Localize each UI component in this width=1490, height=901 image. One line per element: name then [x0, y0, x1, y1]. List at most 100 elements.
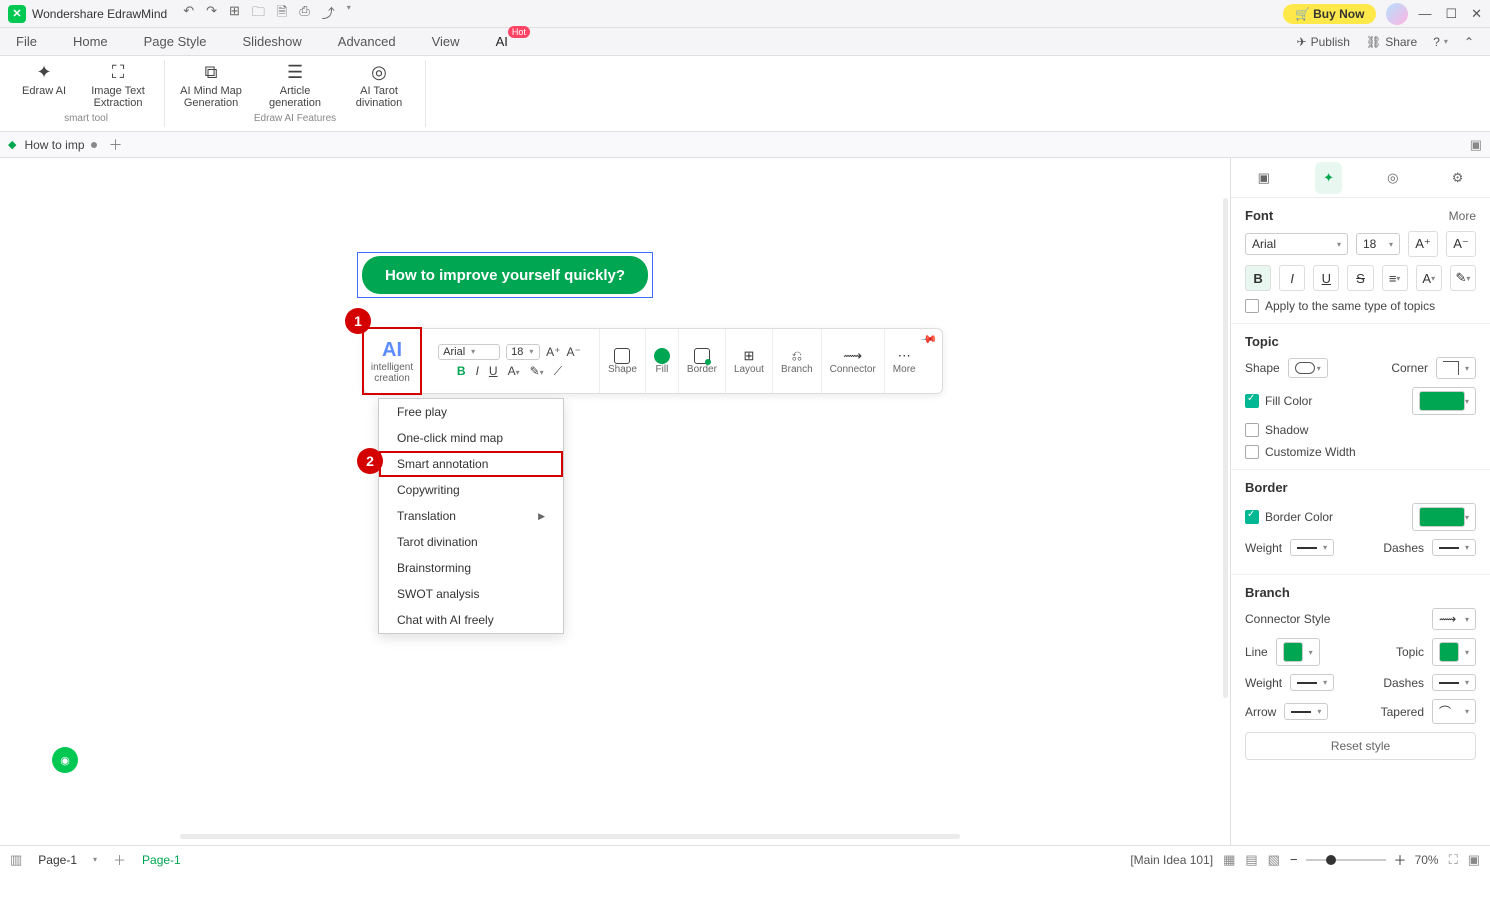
layout-button[interactable]: ⊞ Layout [726, 329, 773, 393]
panel-font-size[interactable]: 18▾ [1356, 233, 1400, 255]
menu-home[interactable]: Home [73, 34, 108, 49]
collapse-ribbon-icon[interactable]: ⌃ [1464, 35, 1474, 49]
menu-page-style[interactable]: Page Style [144, 34, 207, 49]
shadow-checkbox[interactable]: Shadow [1245, 423, 1476, 437]
border-dashes-select[interactable]: ▾ [1432, 539, 1476, 556]
print-icon[interactable]: ⎙ [299, 3, 309, 25]
horizontal-scrollbar[interactable] [180, 834, 960, 839]
dropdown-tarot[interactable]: Tarot divination [379, 529, 563, 555]
save-icon[interactable]: 🗎 [277, 3, 287, 25]
apply-same-type-checkbox[interactable]: Apply to the same type of topics [1245, 299, 1476, 313]
dropdown-oneclick-mindmap[interactable]: One-click mind map [379, 425, 563, 451]
export-icon[interactable]: ⤴ [322, 3, 335, 25]
clear-format-button[interactable]: ⟋ [554, 364, 562, 379]
ai-intelligent-creation-button[interactable]: AI intelligent creation [362, 327, 422, 395]
view-mode3-icon[interactable]: ▧ [1268, 852, 1280, 868]
vertical-scrollbar[interactable] [1223, 198, 1228, 698]
tarot-button[interactable]: ◎ AI Tarot divination [341, 60, 417, 111]
branch-arrow-select[interactable]: ▾ [1284, 703, 1328, 720]
dropdown-swot[interactable]: SWOT analysis [379, 581, 563, 607]
panel-tab-settings-icon[interactable]: ⚙ [1444, 162, 1472, 194]
menu-file[interactable]: File [16, 34, 37, 49]
connector-style-select[interactable]: ⟿▾ [1432, 608, 1476, 630]
dropdown-smart-annotation[interactable]: Smart annotation [379, 451, 563, 477]
custom-width-checkbox[interactable]: Customize Width [1245, 445, 1476, 459]
dropdown-brainstorming[interactable]: Brainstorming [379, 555, 563, 581]
panel-font-color[interactable]: A▾ [1416, 265, 1442, 291]
panel-tab-outline-icon[interactable]: ▣ [1250, 162, 1278, 194]
panel-highlight[interactable]: ✎▾ [1450, 265, 1476, 291]
sidebar-toggle-icon[interactable]: ▥ [10, 852, 22, 868]
close-button[interactable]: ✕ [1471, 6, 1482, 22]
font-more-link[interactable]: More [1449, 209, 1476, 223]
border-color-select[interactable]: ▾ [1412, 503, 1476, 531]
share-button[interactable]: ⛓ Share [1366, 35, 1417, 49]
branch-button[interactable]: ⎌ Branch [773, 329, 822, 393]
zoom-slider[interactable] [1306, 859, 1386, 861]
qat-more-icon[interactable]: ▾ [347, 3, 351, 25]
connector-button[interactable]: ⟿ Connector [822, 329, 885, 393]
font-color-button[interactable]: A▾ [508, 364, 520, 378]
highlight-button[interactable]: ✎▾ [530, 364, 544, 378]
underline-button[interactable]: U [489, 364, 498, 378]
font-family-select[interactable]: Arial▾ [438, 344, 500, 360]
dropdown-translation[interactable]: Translation▶ [379, 503, 563, 529]
menu-advanced[interactable]: Advanced [338, 34, 396, 49]
dropdown-free-play[interactable]: Free play [379, 399, 563, 425]
dropdown-chat-ai[interactable]: Chat with AI freely [379, 607, 563, 633]
zoom-in-button[interactable]: ＋ [1394, 850, 1407, 869]
ai-mindmap-button[interactable]: ⧉ AI Mind Map Generation [173, 60, 249, 111]
panel-bold[interactable]: B [1245, 265, 1271, 291]
minimize-button[interactable]: — [1418, 6, 1431, 22]
fill-color-checkbox[interactable]: Fill Color [1245, 394, 1312, 408]
panel-align[interactable]: ≡▾ [1382, 265, 1408, 291]
reset-style-button[interactable]: Reset style [1245, 732, 1476, 760]
canvas[interactable]: How to improve yourself quickly? 1 2 📌 A… [0, 158, 1230, 845]
border-button[interactable]: Border [679, 329, 726, 393]
buy-now-button[interactable]: 🛒 Buy Now [1283, 4, 1376, 24]
branch-weight-select[interactable]: ▾ [1290, 674, 1334, 691]
font-size-select[interactable]: 18▾ [506, 344, 540, 360]
corner-select[interactable]: ▾ [1436, 357, 1476, 379]
help-button[interactable]: ? ▾ [1433, 35, 1448, 49]
bold-button[interactable]: B [457, 364, 466, 378]
panel-underline[interactable]: U [1313, 265, 1339, 291]
font-decrease-icon[interactable]: A⁻ [567, 345, 581, 359]
italic-button[interactable]: I [476, 364, 479, 378]
panel-italic[interactable]: I [1279, 265, 1305, 291]
shape-button[interactable]: Shape [600, 329, 646, 393]
zoom-out-button[interactable]: − [1290, 852, 1298, 867]
page-tab[interactable]: Page-1 [136, 851, 187, 869]
edraw-ai-button[interactable]: ✦ Edraw AI [16, 60, 72, 111]
shape-select[interactable]: ▾ [1288, 358, 1328, 378]
main-idea-node[interactable]: How to improve yourself quickly? [362, 256, 648, 294]
font-increase-icon[interactable]: A⁺ [546, 345, 560, 359]
fill-button[interactable]: Fill [646, 329, 679, 393]
article-gen-button[interactable]: ☰ Article generation [257, 60, 333, 111]
zoom-thumb[interactable] [1326, 855, 1336, 865]
undo-icon[interactable]: ↶ [183, 3, 194, 25]
view-mode1-icon[interactable]: ▦ [1223, 852, 1235, 868]
user-avatar[interactable] [1386, 3, 1408, 25]
panel-font-increase[interactable]: A⁺ [1408, 231, 1438, 257]
fit-icon[interactable]: ▣ [1468, 852, 1480, 868]
branch-dashes-select[interactable]: ▾ [1432, 674, 1476, 691]
tab-panel-toggle-icon[interactable]: ▣ [1470, 137, 1482, 153]
view-mode2-icon[interactable]: ▤ [1245, 852, 1257, 868]
page-select[interactable]: Page-1▾ [32, 851, 103, 869]
fill-color-select[interactable]: ▾ [1412, 387, 1476, 415]
dropdown-copywriting[interactable]: Copywriting [379, 477, 563, 503]
branch-topic-color[interactable]: ▾ [1432, 638, 1476, 666]
menu-view[interactable]: View [432, 34, 460, 49]
branch-tapered-select[interactable]: ⌒▾ [1432, 699, 1476, 724]
border-color-checkbox[interactable]: Border Color [1245, 510, 1333, 524]
new-icon[interactable]: ⊞ [229, 3, 240, 25]
add-page-button[interactable]: ＋ [113, 850, 126, 869]
branch-line-color[interactable]: ▾ [1276, 638, 1320, 666]
maximize-button[interactable]: ☐ [1445, 6, 1457, 22]
border-weight-select[interactable]: ▾ [1290, 539, 1334, 556]
panel-strike[interactable]: S [1347, 265, 1373, 291]
open-icon[interactable]: 🗀 [252, 3, 265, 25]
panel-tab-theme-icon[interactable]: ◎ [1379, 162, 1406, 194]
redo-icon[interactable]: ↷ [206, 3, 217, 25]
